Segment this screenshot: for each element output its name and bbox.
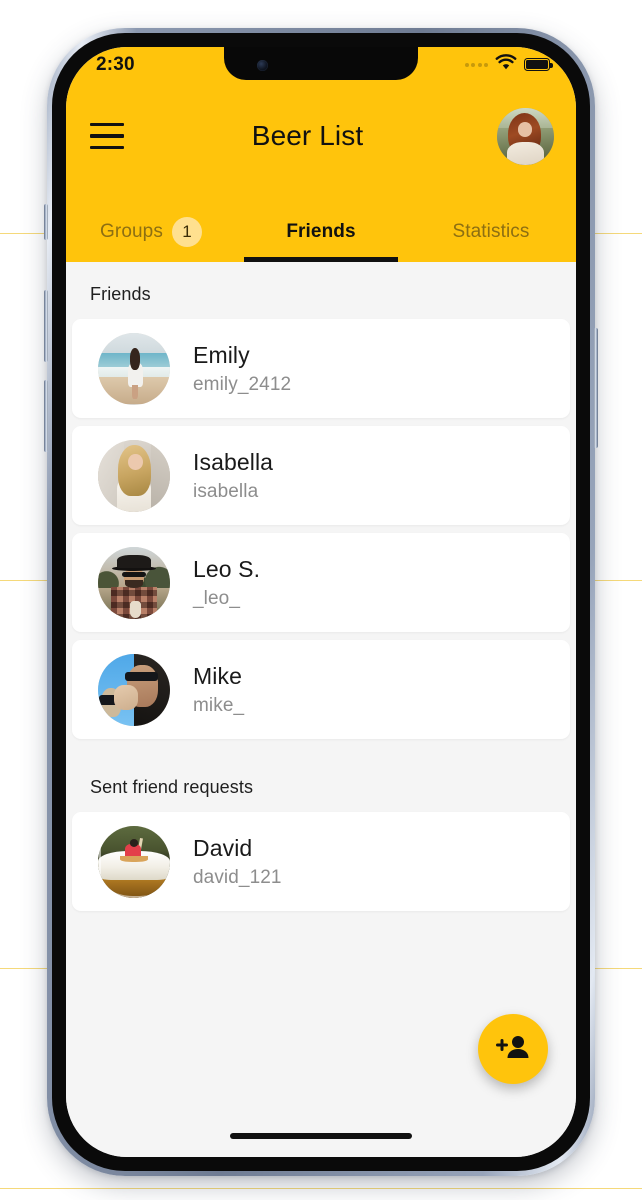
list-item[interactable]: Emily emily_2412: [72, 319, 570, 418]
silent-switch[interactable]: [44, 204, 48, 240]
tab-friends-label: Friends: [286, 221, 356, 242]
status-bar-time: 2:30: [96, 53, 135, 75]
phone-notch: [224, 47, 418, 80]
list-item[interactable]: Leo S. _leo_: [72, 533, 570, 632]
list-item[interactable]: David david_121: [72, 812, 570, 911]
tab-bar: Groups 1 Friends Statistics: [66, 202, 576, 262]
power-button[interactable]: [594, 328, 598, 448]
emily-avatar: [98, 332, 170, 405]
volume-up-button[interactable]: [44, 290, 48, 362]
isabella-avatar: [98, 439, 170, 512]
phone-screen: 2:30 Beer List Groups 1 Friends Statisti…: [66, 47, 576, 1157]
page-title: Beer List: [251, 120, 364, 151]
friends-list-content[interactable]: Friends Emily emily_2412 Isabella isabel…: [66, 262, 576, 1157]
list-item-handle: david_121: [193, 866, 282, 888]
tab-statistics-label: Statistics: [452, 221, 530, 242]
list-item[interactable]: Mike mike_: [72, 640, 570, 739]
front-camera-icon: [257, 60, 268, 71]
tab-statistics[interactable]: Statistics: [406, 202, 576, 262]
signal-dots-icon: [464, 62, 488, 67]
user-avatar[interactable]: [497, 107, 554, 165]
list-item-handle: mike_: [193, 694, 245, 716]
phone-mockup-frame: 2:30 Beer List Groups 1 Friends Statisti…: [44, 28, 598, 1176]
list-item-name: David: [193, 834, 253, 861]
tab-groups-label: Groups: [100, 221, 163, 242]
david-avatar: [98, 825, 170, 898]
tab-groups[interactable]: Groups 1: [66, 202, 236, 262]
list-item-name: Leo S.: [193, 555, 261, 582]
list-item-name: Mike: [193, 662, 242, 689]
phone-bezel: 2:30 Beer List Groups 1 Friends Statisti…: [52, 33, 590, 1171]
wifi-icon: [495, 54, 517, 75]
status-bar-indicators: [464, 54, 553, 75]
list-item-handle: isabella: [193, 480, 259, 502]
active-tab-indicator: [244, 257, 398, 262]
list-item[interactable]: Isabella isabella: [72, 426, 570, 525]
battery-full-icon: [524, 58, 553, 71]
leo-avatar: [98, 546, 170, 619]
tab-groups-badge: 1: [171, 217, 202, 247]
section-header-sent-requests: Sent friend requests: [90, 777, 254, 797]
app-title-bar: Beer List: [66, 80, 576, 192]
list-item-name: Isabella: [193, 448, 274, 475]
list-item-name: Emily: [193, 341, 250, 368]
list-item-handle: _leo_: [193, 587, 240, 609]
section-header-friends: Friends: [90, 284, 151, 304]
list-item-handle: emily_2412: [193, 373, 292, 395]
tab-friends[interactable]: Friends: [236, 202, 406, 262]
home-indicator: [230, 1133, 412, 1139]
person-add-icon: [496, 1034, 530, 1065]
add-friend-button[interactable]: [478, 1014, 548, 1084]
volume-down-button[interactable]: [44, 380, 48, 452]
mike-avatar: [98, 653, 170, 726]
background-guide-line: [0, 1188, 642, 1189]
